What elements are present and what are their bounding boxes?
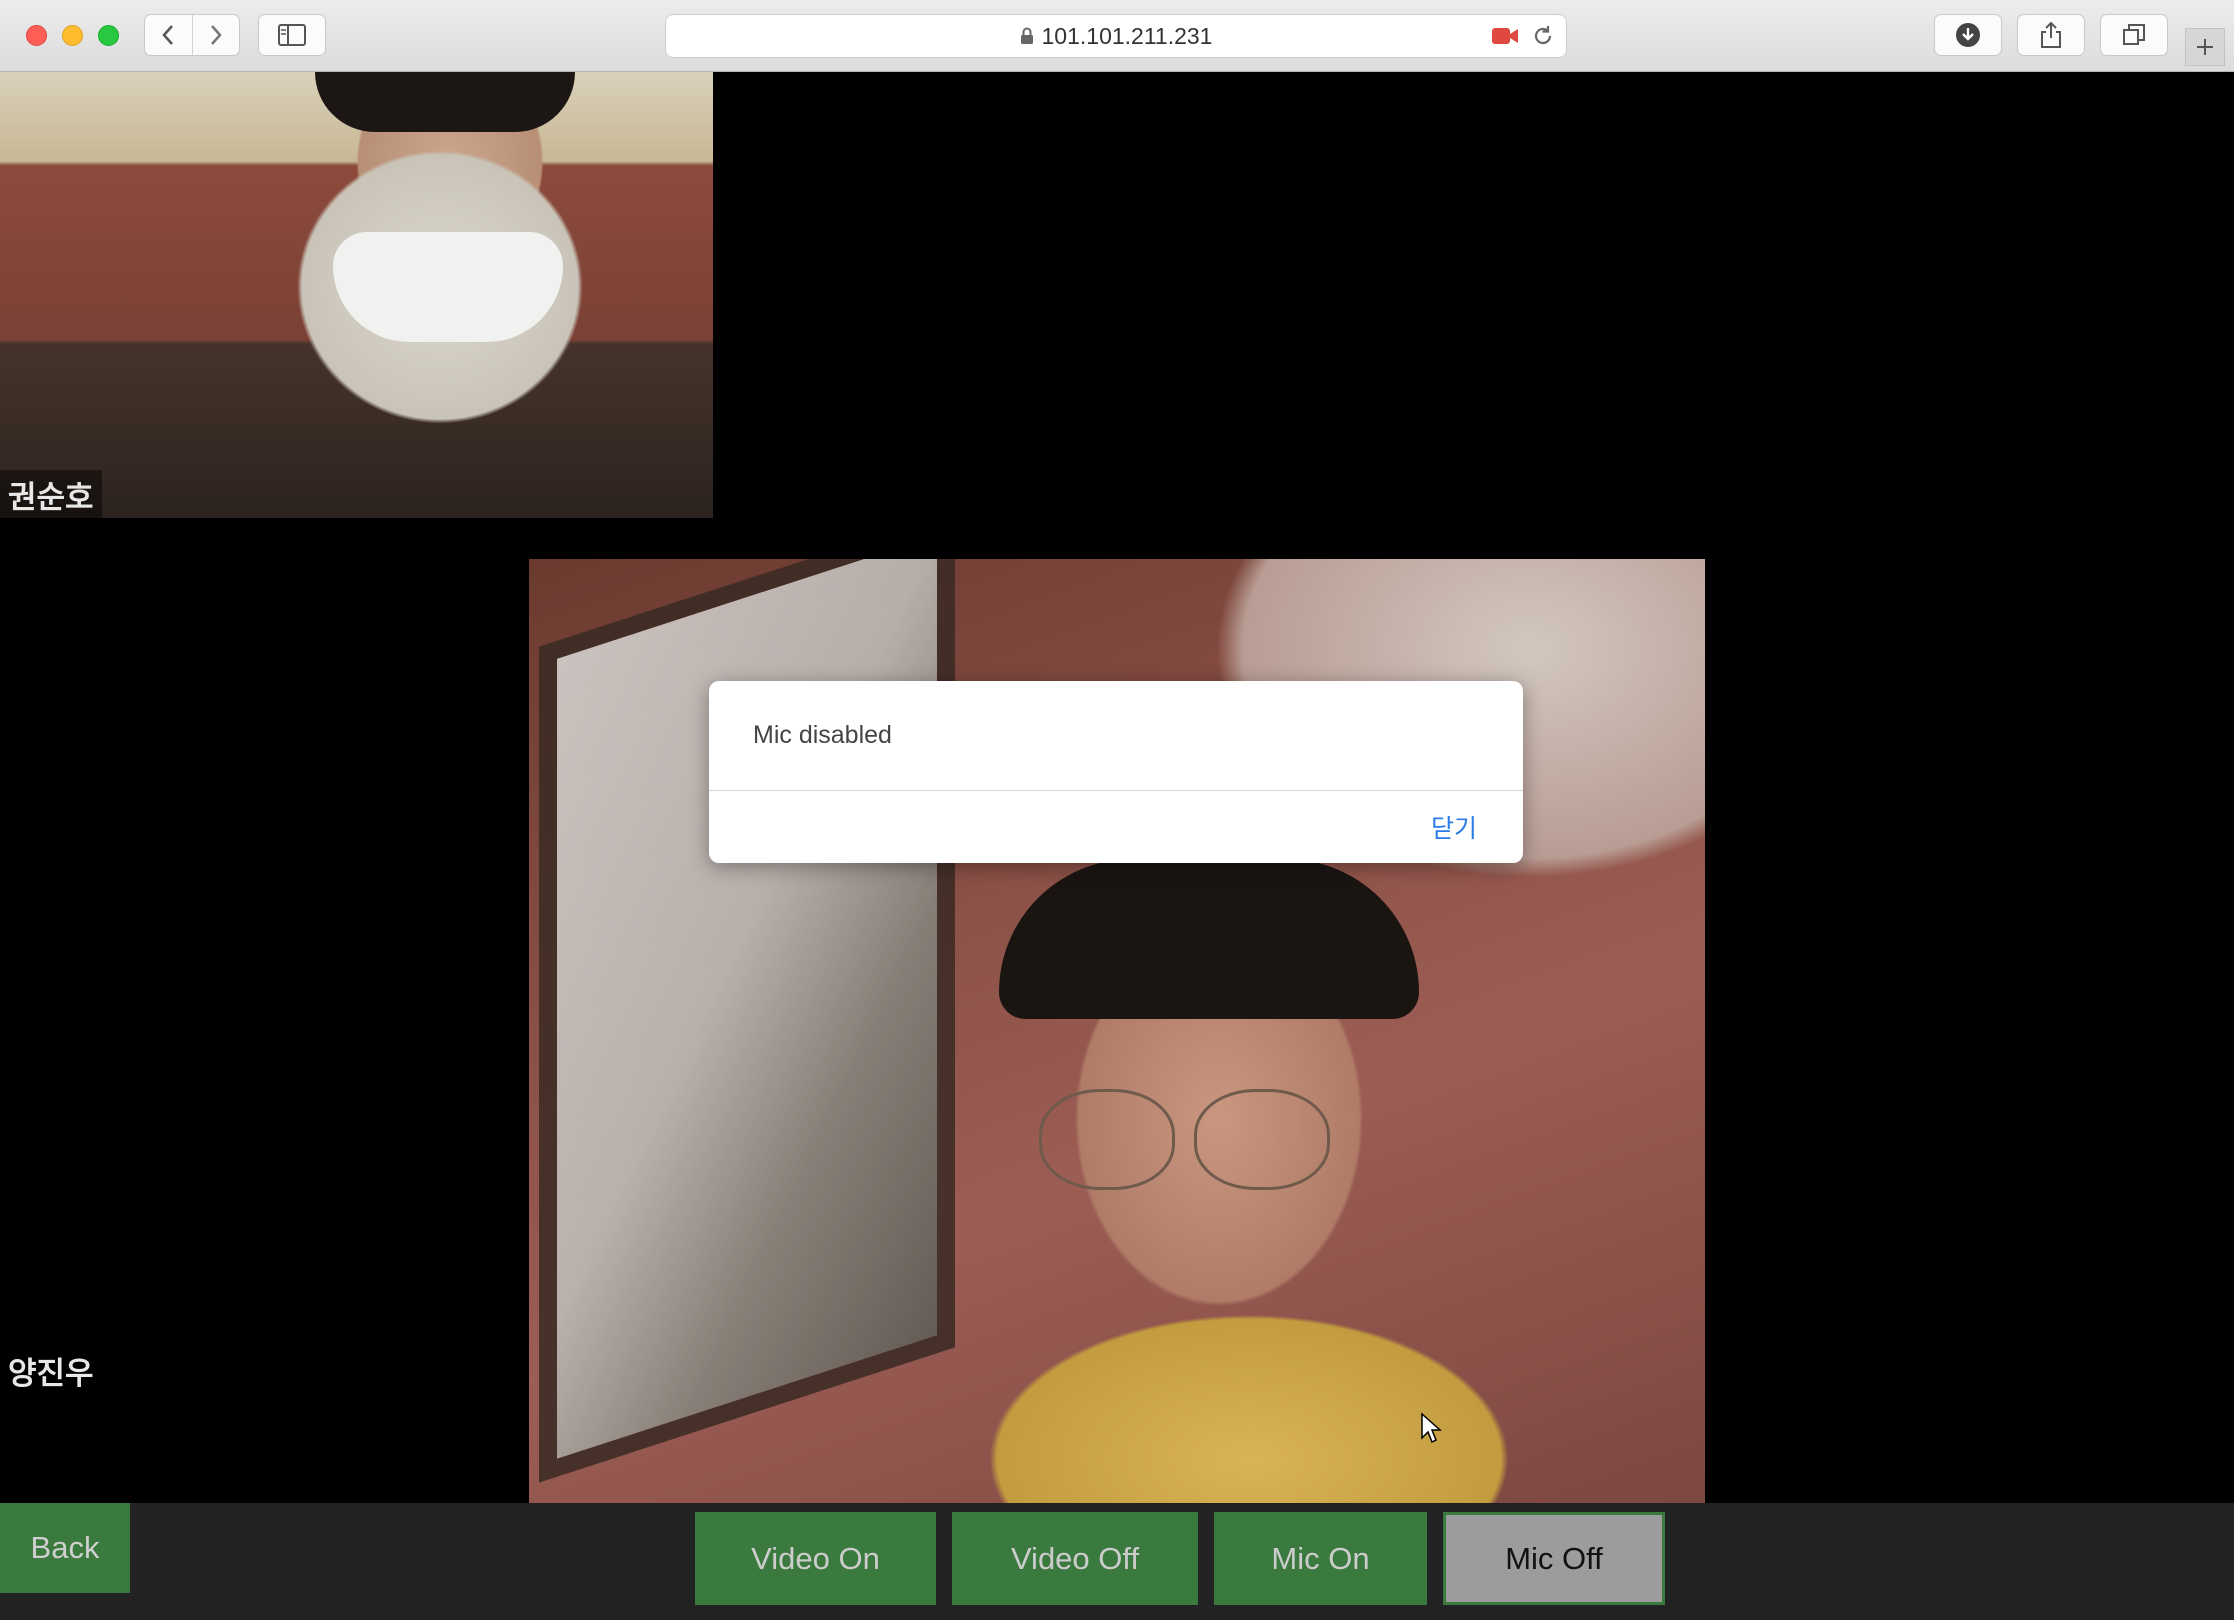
zoom-window-button[interactable]	[98, 25, 119, 46]
dialog-message: Mic disabled	[753, 721, 892, 749]
plus-icon	[2197, 39, 2213, 55]
address-bar[interactable]: 101.101.211.231	[665, 14, 1567, 58]
local-video-glasses-left	[1039, 1089, 1175, 1190]
call-control-bar: Back Video On Video Off Mic On Mic Off	[0, 1503, 2234, 1620]
reload-icon[interactable]	[1531, 24, 1555, 48]
download-icon	[1956, 23, 1980, 47]
video-off-button[interactable]: Video Off	[952, 1512, 1198, 1605]
share-icon	[2041, 21, 2061, 48]
mouse-pointer-icon	[1421, 1412, 1442, 1444]
back-button[interactable]: Back	[0, 1503, 130, 1593]
remote-participant-video: 권순호	[0, 72, 713, 518]
sidebar-toggle-button[interactable]	[258, 14, 326, 56]
address-text: 101.101.211.231	[1041, 22, 1213, 49]
lock-icon	[1020, 27, 1033, 44]
back-nav-button[interactable]	[145, 15, 193, 55]
tab-overview-button[interactable]	[2100, 14, 2168, 56]
remote-participant-name: 권순호	[0, 470, 102, 518]
downloads-button[interactable]	[1934, 14, 2002, 56]
tabs-icon	[2123, 24, 2145, 45]
new-tab-button[interactable]	[2185, 28, 2225, 66]
minimize-window-button[interactable]	[62, 25, 83, 46]
forward-nav-button[interactable]	[193, 15, 240, 55]
browser-toolbar: 101.101.211.231	[0, 0, 2234, 72]
camera-icon[interactable]	[1491, 26, 1519, 46]
share-button[interactable]	[2017, 14, 2085, 56]
remote-video-figure	[315, 72, 575, 132]
sidebar-icon	[278, 24, 306, 46]
video-on-button[interactable]: Video On	[695, 1512, 936, 1605]
local-participant-name: 양진우	[8, 1356, 94, 1391]
local-video-figure	[999, 859, 1419, 1019]
alert-dialog: Mic disabled 닫기	[709, 681, 1523, 863]
dialog-divider	[709, 790, 1523, 791]
remote-video-figure-mask	[333, 232, 563, 342]
forward-icon	[210, 25, 222, 45]
mic-on-button[interactable]: Mic On	[1214, 1512, 1427, 1605]
close-window-button[interactable]	[26, 25, 47, 46]
back-icon	[162, 25, 174, 45]
dialog-close-button[interactable]: 닫기	[1431, 809, 1477, 845]
mic-off-button[interactable]: Mic Off	[1443, 1512, 1665, 1605]
navigation-buttons	[144, 14, 240, 56]
local-video-glasses-right	[1194, 1089, 1330, 1190]
